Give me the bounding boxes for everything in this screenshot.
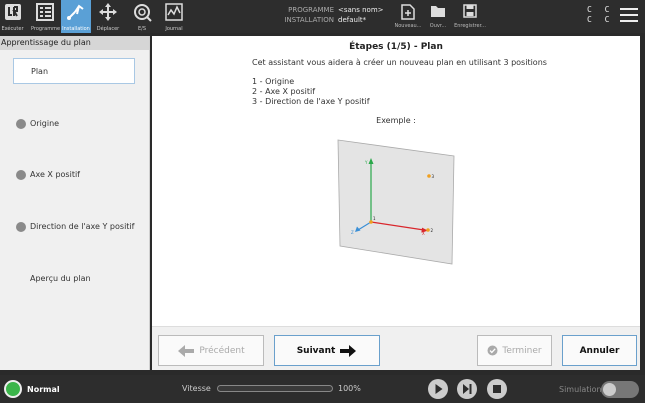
cancel-button-label: Annuler [579,345,620,356]
wizard-button-row: Précédent Suivant Terminer Annuler [152,326,640,370]
program-name: <sans nom> [338,6,384,14]
nav-log-button[interactable]: Journal [160,0,188,33]
step-forward-icon [463,384,472,394]
check-circle-icon [487,345,498,356]
step-line-3: 3 - Direction de l'axe Y positif [252,97,370,106]
wizard-content: Étapes (1/5) - Plan Cet assistant vous a… [152,36,640,326]
program-info-labels: PROGRAMME INSTALLATION [272,5,334,25]
x-point [426,228,430,232]
nav-io-label: E/S [137,26,147,32]
cancel-button[interactable]: Annuler [562,335,637,366]
z-axis-label: Z [351,230,354,235]
nav-program-button[interactable]: Programme [31,0,61,33]
nav-installation-label: Installation [62,26,90,32]
cc-row-1: C C [587,5,614,14]
plane-surface [337,139,455,265]
simulation-label: Simulation [559,385,602,394]
io-icon [134,4,152,22]
nav-run-label: Exécuter [1,26,24,32]
save-icon [463,4,477,18]
cc-row-2: C C [587,15,614,24]
installation-label: INSTALLATION [284,16,334,24]
y-direction-point [427,174,431,178]
sidebar-item-label: Origine [30,119,60,128]
nav-log-label: Journal [165,26,183,32]
sidebar-item-origin[interactable]: Origine [0,111,150,137]
example-label: Exemple : [376,116,416,125]
step-button[interactable] [457,379,477,399]
move-arrows-icon [99,3,117,21]
nav-move-button[interactable]: Déplacer [93,0,123,33]
ur-logo-icon [4,4,21,20]
page-title: Étapes (1/5) - Plan [349,42,443,52]
sidebar-item-x-axis[interactable]: Axe X positif [0,162,150,188]
steps-list: 1 - Origine 2 - Axe X positif 3 - Direct… [252,77,370,107]
finish-button-label: Terminer [502,345,542,356]
top-bar: Exécuter Programme Installation Déplacer… [0,0,645,33]
toggle-knob [603,383,616,396]
sidebar-item-label: Axe X positif [30,170,80,179]
stop-button[interactable] [487,379,507,399]
finish-button[interactable]: Terminer [477,335,552,366]
nav-run-button[interactable]: Exécuter [0,0,25,33]
speed-label: Vitesse [182,384,211,393]
y-axis-label: Y [364,160,368,165]
sidebar-item-plan[interactable]: Plan [13,58,135,84]
previous-button[interactable]: Précédent [158,335,264,366]
arrow-right-icon [340,344,357,357]
x-axis-label: X [422,231,425,236]
sidebar-item-preview[interactable]: Aperçu du plan [0,266,150,292]
installation-icon [67,4,84,20]
arrow-left-icon [178,344,195,357]
play-icon [435,384,443,394]
plane-example-diagram: Y X Z 1 2 3 [337,139,455,265]
nav-move-label: Déplacer [96,26,120,32]
stop-icon [493,385,501,393]
sidebar-title: Apprentissage du plan [0,36,149,50]
speed-slider[interactable] [217,385,333,392]
status-bar: Normal Vitesse 100% Simulation [0,375,645,403]
sidebar-item-label: Plan [31,67,49,76]
speed-value: 100% [338,384,361,393]
nav-installation-button[interactable]: Installation [61,0,91,33]
save-file-button[interactable]: Enregistrer... [454,0,486,33]
step-pending-dot-icon [16,170,26,180]
log-chart-icon [165,3,183,21]
cc-indicator: C C [587,5,613,15]
intro-text: Cet assistant vous aidera à créer un nou… [252,58,547,67]
simulation-toggle[interactable] [601,381,639,398]
robot-status-icon[interactable] [4,380,22,398]
new-file-icon [401,4,415,20]
nav-io-button[interactable]: E/S [128,0,156,33]
installation-name: default* [338,16,367,24]
nav-program-label: Programme [31,26,61,32]
robot-status-text: Normal [27,385,60,394]
sidebar-item-y-direction[interactable]: Direction de l'axe Y positif [0,214,150,240]
program-icon [35,3,54,21]
next-button[interactable]: Suivant [274,335,380,366]
step-pending-dot-icon [16,222,26,232]
program-label: PROGRAMME [288,6,334,14]
program-info-values: <sans nom> default* [338,5,384,25]
sidebar-item-label: Direction de l'axe Y positif [30,222,135,231]
sidebar-item-label: Aperçu du plan [30,274,91,283]
hamburger-menu-icon[interactable] [620,8,638,23]
cc-indicator-lower: C C [587,15,613,25]
save-file-label: Enregistrer... [454,23,486,29]
open-file-button[interactable]: Ouvr... [423,0,453,33]
step-line-2: 2 - Axe X positif [252,87,316,96]
wizard-sidebar: Apprentissage du plan Plan Origine Axe X… [0,36,150,370]
folder-icon [431,6,445,17]
step-line-1: 1 - Origine [252,77,295,86]
next-button-label: Suivant [296,345,336,356]
step-pending-dot-icon [16,119,26,129]
previous-button-label: Précédent [199,345,245,356]
play-button[interactable] [428,379,448,399]
